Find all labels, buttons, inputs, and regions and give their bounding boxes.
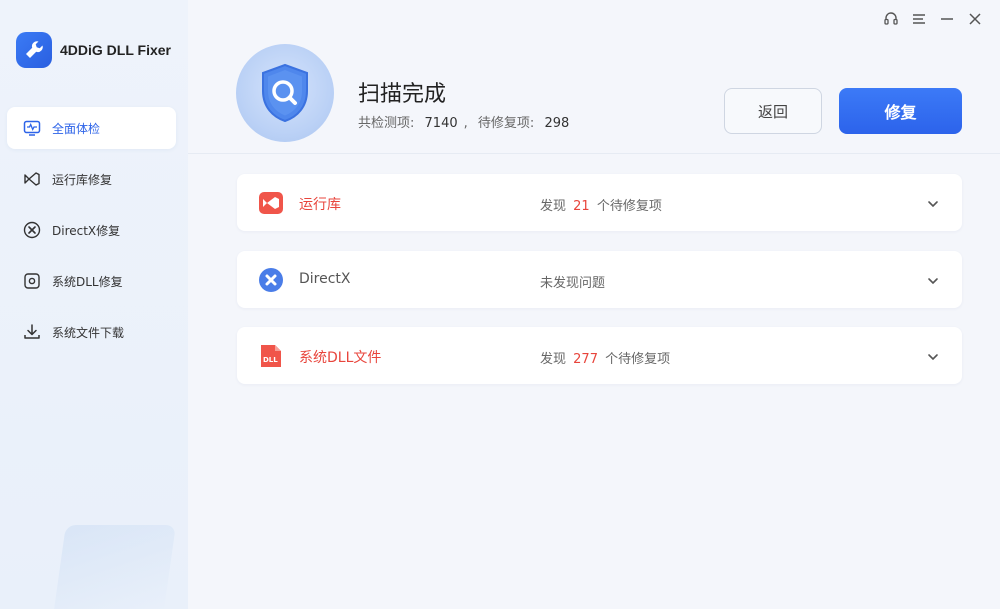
dll-file-icon: DLL [258, 343, 284, 369]
status-suffix: 个待修复项 [605, 352, 671, 367]
pending-label: 待修复项: [477, 116, 535, 131]
result-status: 发现 21 个待修复项 [540, 195, 662, 214]
result-name: DirectX [299, 271, 351, 287]
brand: 4DDiG DLL Fixer [16, 32, 171, 68]
sidebar-item-label: 运行库修复 [52, 172, 113, 187]
wrench-logo-icon [16, 32, 52, 68]
fix-button[interactable]: 修复 [839, 88, 962, 134]
app-name: 4DDiG DLL Fixer [60, 42, 171, 58]
sidebar-item-label: DirectX修复 [52, 223, 121, 238]
visual-studio-icon [22, 169, 42, 189]
result-row-directx[interactable]: DirectX 未发现问题 [237, 251, 962, 308]
sidebar: 4DDiG DLL Fixer 全面体检 运行库修复 DirectX修复 系统D… [0, 0, 188, 609]
dll-file-icon [22, 271, 42, 291]
total-label: 共检测项: [358, 116, 415, 131]
sidebar-item-label: 全面体检 [52, 121, 101, 136]
download-icon [22, 322, 42, 342]
svg-text:DLL: DLL [263, 356, 278, 364]
result-status: 未发现问题 [540, 272, 605, 291]
stats-separator: , [463, 116, 468, 131]
shield-search-icon [236, 44, 334, 142]
issue-count: 21 [573, 199, 590, 214]
status-prefix: 发现 [540, 199, 567, 214]
sidebar-item-runtime-repair[interactable]: 运行库修复 [7, 158, 176, 200]
result-row-runtime[interactable]: 运行库 发现 21 个待修复项 [237, 174, 962, 231]
result-name: 运行库 [299, 197, 341, 213]
sidebar-item-directx-repair[interactable]: DirectX修复 [7, 209, 176, 251]
sidebar-item-system-file-download[interactable]: 系统文件下载 [7, 311, 176, 353]
scan-title: 扫描完成 [358, 82, 447, 107]
directx-icon [258, 267, 284, 293]
sidebar-item-full-check[interactable]: 全面体检 [7, 107, 176, 149]
result-name: 系统DLL文件 [299, 350, 382, 366]
sidebar-item-label: 系统文件下载 [52, 325, 125, 340]
visual-studio-icon [258, 190, 284, 216]
result-row-system-dll[interactable]: DLL 系统DLL文件 发现 277 个待修复项 [237, 327, 962, 384]
issue-count: 277 [573, 352, 598, 367]
status-prefix: 发现 [540, 352, 567, 367]
scan-header: 扫描完成 共检测项: 7140, 待修复项: 298 返回 修复 [188, 0, 1000, 154]
monitor-pulse-icon [22, 118, 42, 138]
status-suffix: 个待修复项 [596, 199, 662, 214]
result-status: 发现 277 个待修复项 [540, 348, 670, 367]
directx-icon [22, 220, 42, 240]
sidebar-item-label: 系统DLL修复 [52, 274, 123, 289]
chevron-down-icon[interactable] [926, 273, 940, 287]
scan-stats: 共检测项: 7140, 待修复项: 298 [358, 112, 575, 131]
status-prefix: 未发现问题 [540, 276, 606, 291]
sidebar-decoration [54, 525, 176, 609]
sidebar-nav: 全面体检 运行库修复 DirectX修复 系统DLL修复 系统文件下载 [7, 107, 176, 362]
pending-value: 298 [544, 116, 570, 131]
back-button[interactable]: 返回 [724, 88, 822, 134]
sidebar-item-system-dll-repair[interactable]: 系统DLL修复 [7, 260, 176, 302]
total-value: 7140 [424, 116, 458, 131]
chevron-down-icon[interactable] [926, 196, 940, 210]
chevron-down-icon[interactable] [926, 349, 940, 363]
